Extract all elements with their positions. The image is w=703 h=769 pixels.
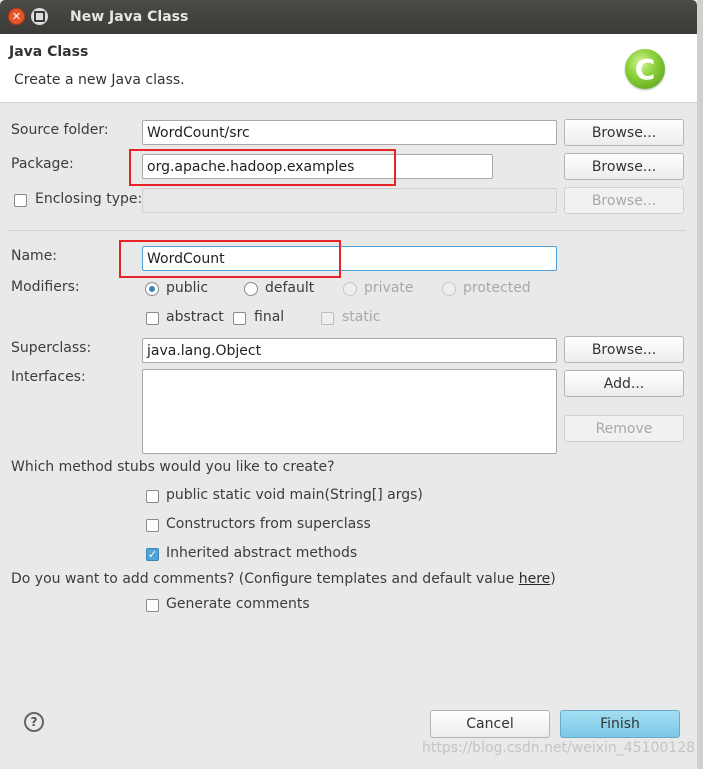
page-description: Create a new Java class. (14, 72, 185, 88)
package-label: Package: (11, 156, 74, 172)
private-radio[interactable] (343, 282, 357, 296)
final-label: final (254, 309, 285, 325)
enclosing-type-label: Enclosing type: (35, 191, 143, 207)
protected-radio-label: protected (463, 280, 531, 296)
private-radio-label: private (364, 280, 414, 296)
enclosing-type-browse-button[interactable]: Browse... (564, 187, 684, 214)
static-label: static (342, 309, 381, 325)
enclosing-type-field[interactable] (142, 188, 557, 213)
static-checkbox[interactable] (321, 312, 334, 325)
modifiers-label: Modifiers: (11, 279, 80, 295)
inherited-methods-label: Inherited abstract methods (166, 545, 358, 561)
constructors-label: Constructors from superclass (166, 516, 371, 532)
method-stubs-question: Which method stubs would you like to cre… (11, 459, 335, 475)
finish-button[interactable]: Finish (560, 710, 680, 738)
window-title: New Java Class (70, 9, 189, 25)
maximize-icon (34, 11, 45, 22)
close-window-button[interactable]: ✕ (8, 8, 25, 25)
generate-comments-checkbox[interactable] (146, 599, 159, 612)
radio-selected-dot (149, 286, 155, 292)
interfaces-list[interactable] (142, 369, 557, 454)
add-interface-button[interactable]: Add... (564, 370, 684, 397)
dialog-header (0, 34, 697, 103)
maximize-window-button[interactable] (31, 8, 48, 25)
inherited-methods-checkbox[interactable]: ✓ (146, 548, 159, 561)
section-divider (8, 230, 686, 231)
public-radio-label: public (166, 280, 209, 296)
interfaces-label: Interfaces: (11, 369, 86, 385)
generate-comments-label: Generate comments (166, 596, 310, 612)
cancel-button[interactable]: Cancel (430, 710, 550, 738)
public-radio[interactable] (145, 282, 159, 296)
default-radio[interactable] (244, 282, 258, 296)
source-folder-field[interactable]: WordCount/src (142, 120, 557, 145)
window-right-edge (697, 0, 703, 769)
comments-question: Do you want to add comments? (Configure … (11, 571, 556, 587)
superclass-label: Superclass: (11, 340, 92, 356)
protected-radio[interactable] (442, 282, 456, 296)
enclosing-type-checkbox[interactable] (14, 194, 27, 207)
default-radio-label: default (265, 280, 315, 296)
main-method-label: public static void main(String[] args) (166, 487, 423, 503)
final-checkbox[interactable] (233, 312, 246, 325)
source-folder-label: Source folder: (11, 122, 109, 138)
main-method-checkbox[interactable] (146, 490, 159, 503)
page-title: Java Class (9, 44, 89, 60)
java-class-logo-icon: C (625, 49, 665, 89)
name-label: Name: (11, 248, 58, 264)
constructors-checkbox[interactable] (146, 519, 159, 532)
configure-templates-link[interactable]: here (519, 571, 551, 587)
package-browse-button[interactable]: Browse... (564, 153, 684, 180)
help-icon[interactable]: ? (24, 712, 44, 732)
abstract-checkbox[interactable] (146, 312, 159, 325)
watermark-text: https://blog.csdn.net/weixin_45100128 (422, 740, 696, 756)
comments-question-text: Do you want to add comments? (Configure … (11, 571, 519, 587)
comments-question-end: ) (550, 571, 556, 587)
remove-interface-button[interactable]: Remove (564, 415, 684, 442)
superclass-field[interactable]: java.lang.Object (142, 338, 557, 363)
abstract-label: abstract (166, 309, 224, 325)
source-folder-browse-button[interactable]: Browse... (564, 119, 684, 146)
name-highlight-box (119, 240, 341, 278)
superclass-browse-button[interactable]: Browse... (564, 336, 684, 363)
package-highlight-box (129, 149, 396, 186)
